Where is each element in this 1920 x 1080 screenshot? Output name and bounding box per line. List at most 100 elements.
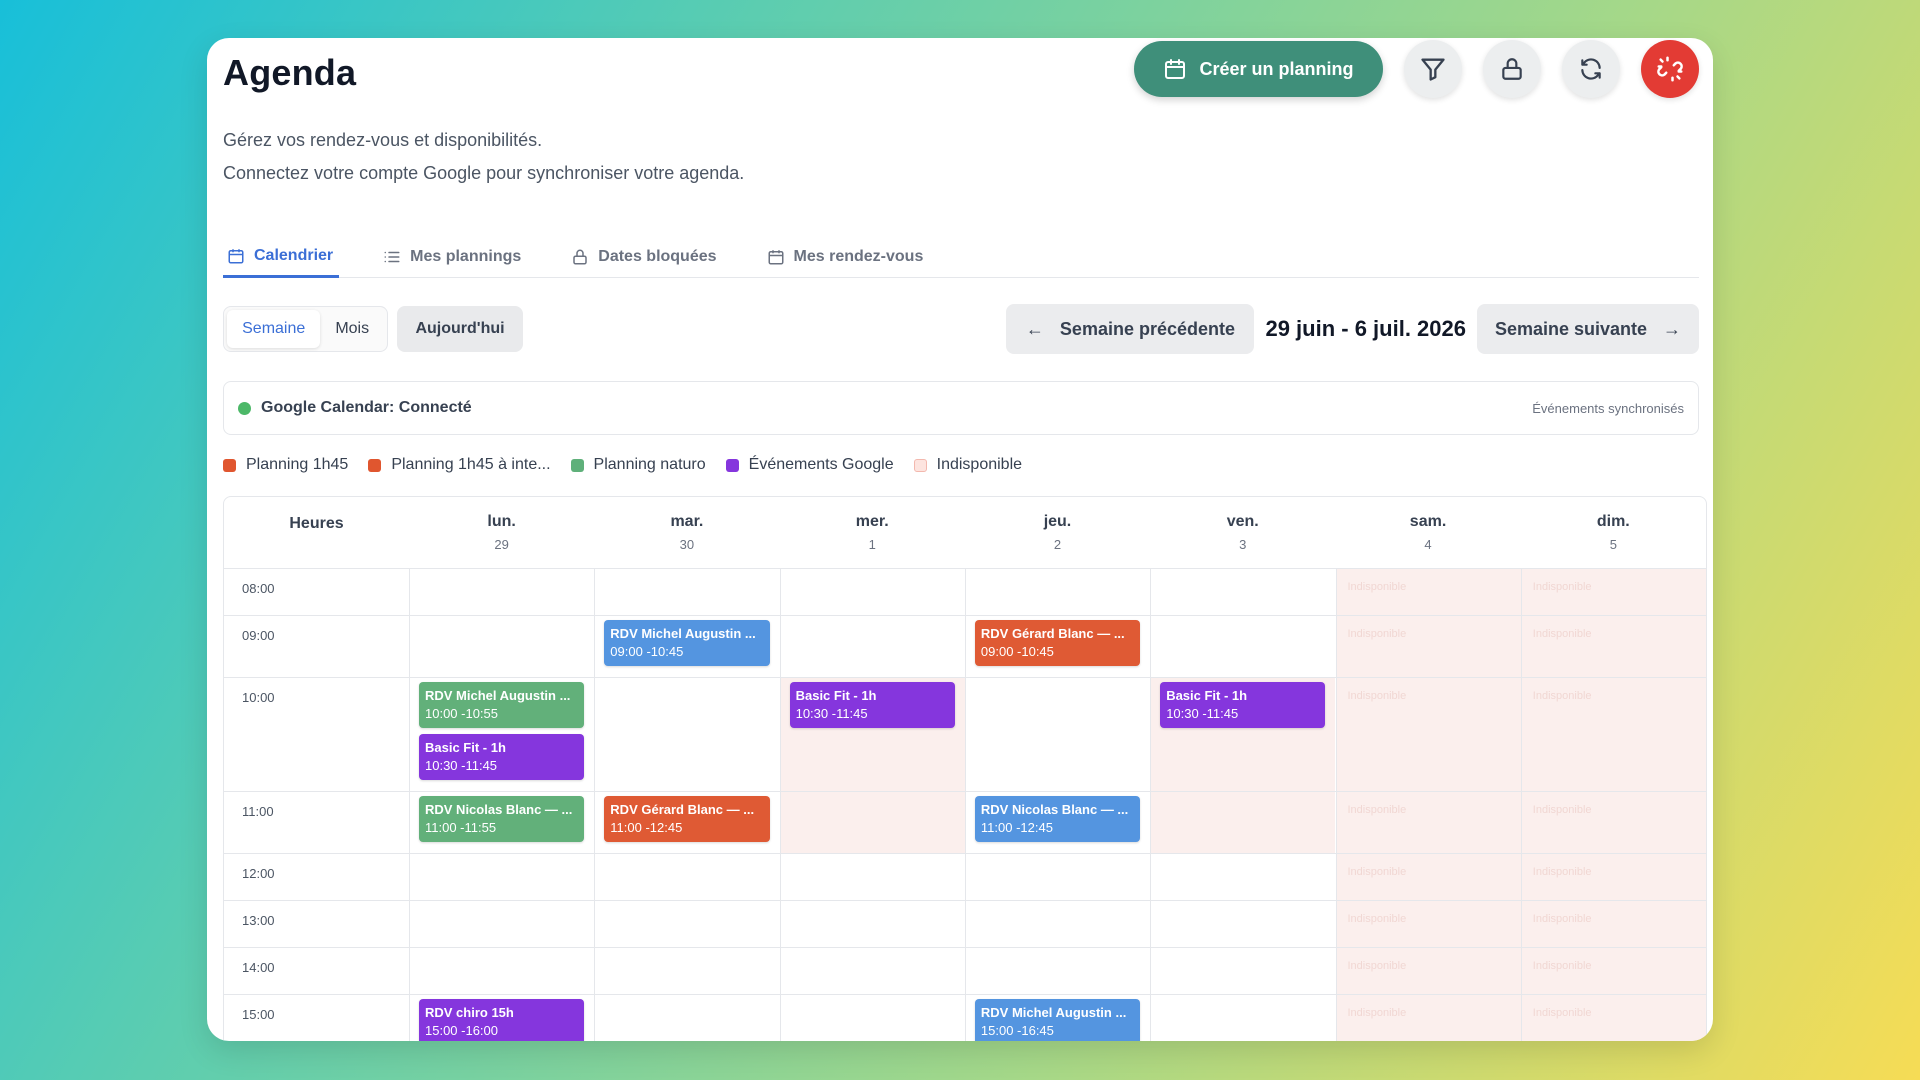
event-title: Basic Fit - 1h (795, 688, 877, 703)
tab-mes-plannings[interactable]: Mes plannings (379, 236, 527, 278)
legend-swatch (913, 458, 927, 472)
calendar-icon (228, 248, 244, 263)
event-time: 11:00 -11:55 (425, 820, 497, 835)
day-number: 29 (494, 537, 509, 552)
filter-button[interactable] (1404, 40, 1462, 98)
event-time: 09:00 -10:45 (980, 644, 1054, 659)
lock-icon (573, 249, 588, 265)
calendar-legend: Planning 1h45 Planning 1h45 à inte... Plan… (223, 456, 1022, 474)
legend-item: Indisponible (913, 456, 1023, 474)
hour-label: 10:00 (242, 690, 275, 705)
calendar-event[interactable]: RDV chiro 15h 15:00 -16:00 (419, 999, 585, 1041)
google-connect-hint: Connectez votre compte Google pour synch… (223, 163, 745, 183)
calendar-event[interactable]: RDV Gérard Blanc — ... 09:00 -10:45 (974, 620, 1141, 666)
next-week-label: Semaine suivante (1494, 318, 1648, 339)
hour-label: 15:00 (242, 1007, 275, 1022)
column-divider (964, 569, 966, 1041)
event-title: RDV Nicolas Blanc — ... (980, 802, 1129, 817)
today-button[interactable]: Aujourd'hui (397, 306, 523, 352)
refresh-button[interactable] (1562, 40, 1620, 98)
day-number: 2 (1053, 537, 1062, 552)
legend-label: Indisponible (936, 456, 1023, 473)
hour-label: 13:00 (242, 913, 275, 928)
day-header: mar. 30 (594, 497, 779, 568)
lock-icon (1502, 58, 1522, 80)
unlink-google-button[interactable] (1641, 40, 1699, 98)
week-calendar: Heures lun. 29 mar. 30 mer. 1 jeu. 2 ven. 3 sam. 4 di… (223, 496, 1707, 1041)
legend-item: Planning naturo (570, 456, 706, 474)
calendar-event[interactable]: Basic Fit - 1h 10:30 -11:45 (1160, 682, 1326, 728)
column-divider (779, 569, 781, 1041)
calendar-header: Heures lun. 29 mar. 30 mer. 1 jeu. 2 ven. 3 sam. 4 di… (224, 497, 1706, 569)
day-name: mer. (855, 513, 889, 530)
legend-label: Planning naturo (593, 456, 706, 473)
week-navigation: ← Semaine précédente 29 juin - 6 juil. 2… (1006, 304, 1699, 354)
calendar-event[interactable]: RDV Nicolas Blanc — ... 11:00 -12:45 (974, 796, 1141, 842)
hour-label: 11:00 (242, 804, 274, 819)
day-name: lun. (487, 513, 516, 530)
connected-dot-icon (238, 401, 251, 415)
agenda-card: Agenda Gérez vos rendez-vous et disponib… (207, 38, 1713, 1041)
event-time: 10:30 -11:45 (1166, 706, 1239, 721)
event-time: 09:00 -10:45 (610, 644, 684, 659)
arrow-left-icon: ← (1025, 318, 1044, 339)
calendar-event[interactable]: RDV Nicolas Blanc — ... 11:00 -11:55 (419, 796, 585, 842)
hour-label: 12:00 (242, 866, 275, 881)
unlink-icon (1657, 56, 1683, 82)
day-number: 4 (1424, 537, 1432, 552)
legend-swatch (570, 458, 584, 472)
tab-label: Mes plannings (410, 248, 522, 265)
tab-mes-rendez-vous[interactable]: Mes rendez-vous (763, 236, 930, 278)
sync-status-text: Google Calendar: Connecté (261, 399, 472, 416)
day-number: 5 (1609, 537, 1617, 552)
filter-icon (1421, 58, 1445, 81)
week-range: 29 juin - 6 juil. 2026 (1265, 316, 1466, 341)
column-divider (594, 569, 596, 1041)
previous-week-label: Semaine précédente (1059, 318, 1235, 339)
create-planning-button[interactable]: Créer un planning (1134, 41, 1383, 97)
legend-item: Planning 1h45 à inte... (368, 456, 551, 474)
legend-label: Événements Google (748, 456, 894, 473)
calendar-event[interactable]: Basic Fit - 1h 10:30 -11:45 (789, 682, 955, 728)
event-time: 15:00 -16:00 (425, 1023, 499, 1038)
tab-calendrier[interactable]: Calendrier (223, 236, 340, 278)
calendar-event[interactable]: Basic Fit - 1h 10:30 -11:45 (419, 734, 585, 780)
day-name: jeu. (1043, 513, 1072, 530)
hour-label: 08:00 (242, 581, 275, 596)
page-subtitle: Gérez vos rendez-vous et disponibilités. (223, 130, 543, 150)
calendar-event[interactable]: RDV Michel Augustin ... 15:00 -16:45 (974, 999, 1141, 1041)
calendar-event[interactable]: RDV Gérard Blanc — ... 11:00 -12:45 (604, 796, 770, 842)
agenda-tabs: Calendrier Mes plannings Dates bloquées … (223, 236, 1699, 278)
refresh-icon (1581, 58, 1601, 80)
page-title: Agenda (223, 52, 357, 93)
event-title: Basic Fit - 1h (1166, 688, 1248, 703)
event-time: 10:30 -11:45 (795, 706, 868, 721)
day-header: lun. 29 (409, 497, 594, 568)
event-title: RDV Michel Augustin ... (425, 688, 571, 703)
tab-label: Calendrier (254, 246, 334, 264)
day-header: sam. 4 (1335, 497, 1520, 568)
header-actions: Créer un planning (1134, 40, 1699, 98)
view-month-button[interactable]: Mois (320, 310, 384, 348)
lock-button[interactable] (1483, 40, 1541, 98)
previous-week-button[interactable]: ← Semaine précédente (1006, 304, 1255, 354)
tab-dates-bloquees[interactable]: Dates bloquées (567, 236, 722, 278)
day-header: mer. 1 (780, 497, 965, 568)
hour-label: 14:00 (242, 960, 275, 975)
legend-label: Planning 1h45 à inte... (391, 456, 551, 473)
event-title: RDV Gérard Blanc — ... (980, 626, 1125, 641)
calendar-event[interactable]: RDV Michel Augustin ... 09:00 -10:45 (604, 620, 770, 666)
view-week-button[interactable]: Semaine (227, 310, 321, 348)
calendar-event[interactable]: RDV Michel Augustin ... 10:00 -10:55 (419, 682, 585, 728)
day-name: sam. (1409, 513, 1447, 530)
day-name: ven. (1226, 513, 1259, 530)
event-title: RDV chiro 15h (425, 1005, 514, 1020)
event-title: Basic Fit - 1h (425, 740, 506, 755)
next-week-button[interactable]: Semaine suivante → (1477, 304, 1699, 354)
day-number: 30 (679, 537, 695, 552)
list-icon (384, 251, 400, 263)
legend-item: Événements Google (725, 456, 894, 474)
event-time: 15:00 -16:45 (980, 1023, 1054, 1038)
day-name: mar. (670, 513, 704, 530)
day-number: 1 (868, 537, 876, 552)
